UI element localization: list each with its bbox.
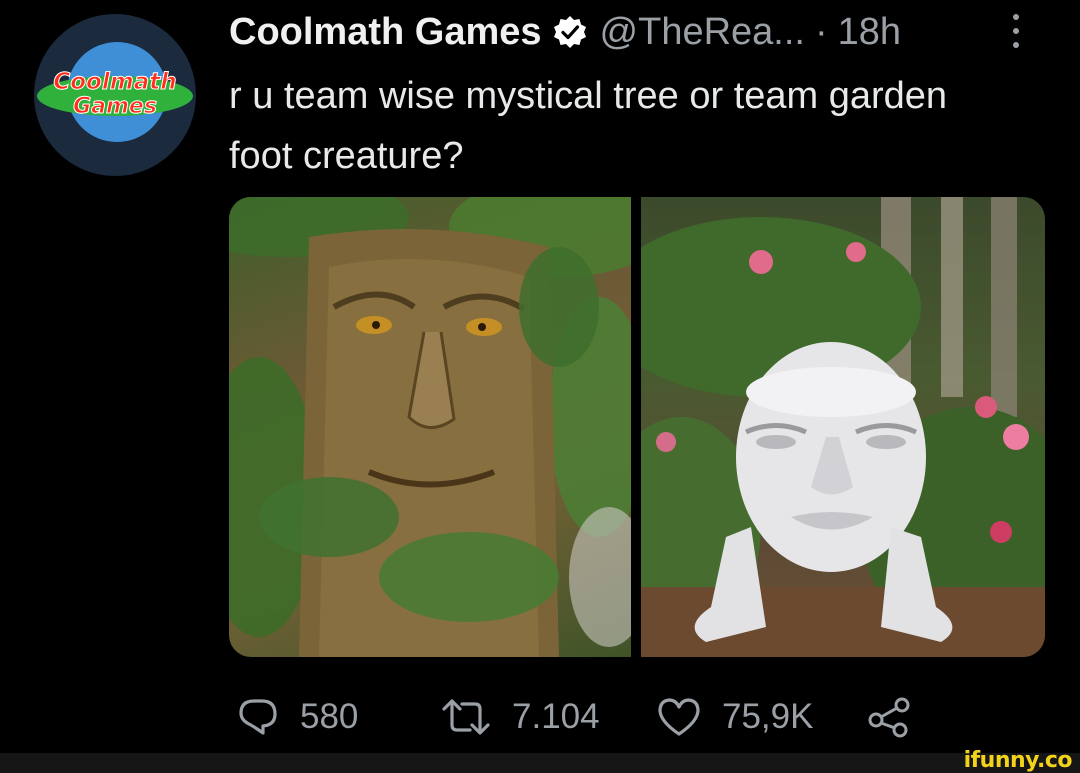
avatar-logo-line-1: Coolmath bbox=[53, 69, 177, 95]
handle[interactable]: @TheRea... bbox=[600, 10, 805, 54]
retweet-count: 7.104 bbox=[512, 697, 600, 736]
tweet-header: Coolmath Games @TheRea... · 18h bbox=[229, 10, 901, 54]
ifunny-watermark: ifunny.co bbox=[963, 748, 1073, 773]
separator-dot: · bbox=[814, 11, 828, 53]
garden-foot-creature-image[interactable] bbox=[641, 197, 1045, 657]
like-count: 75,9K bbox=[722, 697, 814, 736]
reply-count: 580 bbox=[300, 697, 359, 736]
tweet-media bbox=[229, 197, 1045, 657]
avatar-logo-line-2: Games bbox=[73, 94, 158, 119]
display-name[interactable]: Coolmath Games bbox=[229, 10, 542, 54]
tweet-text: r u team wise mystical tree or team gard… bbox=[229, 75, 948, 177]
reply-icon bbox=[239, 699, 277, 735]
bottom-bar bbox=[0, 753, 1080, 773]
reply-button[interactable]: 580 bbox=[236, 693, 358, 741]
retweet-icon bbox=[442, 699, 490, 735]
timestamp[interactable]: 18h bbox=[838, 10, 901, 54]
heart-icon bbox=[658, 698, 700, 736]
like-button[interactable]: 75,9K bbox=[656, 693, 813, 741]
wise-mystical-tree-image[interactable] bbox=[229, 197, 631, 657]
more-vertical-icon[interactable] bbox=[1012, 12, 1020, 50]
share-button[interactable] bbox=[866, 693, 914, 741]
tweet-actions: 580 7.104 75,9K bbox=[0, 693, 1080, 741]
share-icon bbox=[868, 697, 910, 738]
avatar[interactable]: Coolmath Games bbox=[34, 14, 196, 176]
retweet-button[interactable]: 7.104 bbox=[440, 693, 600, 741]
verified-badge-icon bbox=[552, 14, 588, 50]
